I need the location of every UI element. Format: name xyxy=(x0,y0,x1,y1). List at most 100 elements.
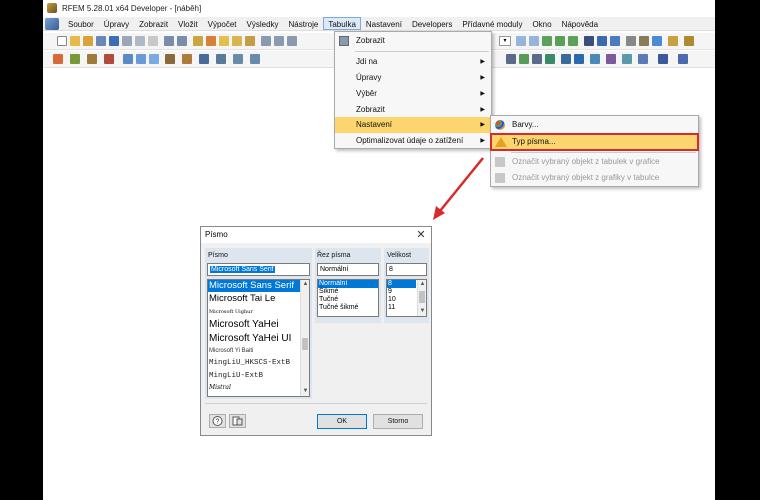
snap-icon[interactable] xyxy=(182,54,192,64)
font-size-item[interactable]: 8 xyxy=(387,280,416,288)
tabulka-item-nastaveni[interactable]: Nastavení ▶ xyxy=(335,117,491,133)
animate-icon[interactable] xyxy=(597,36,607,46)
font-size-list[interactable]: 8 9 10 11 ▲ ▼ xyxy=(386,279,427,317)
print-preview-icon[interactable] xyxy=(135,36,145,46)
select-icon[interactable] xyxy=(53,54,63,64)
visibility-icon[interactable] xyxy=(149,54,159,64)
section-icon[interactable] xyxy=(639,36,649,46)
tabulka-item-zobrazit-view[interactable]: Zobrazit xyxy=(335,33,491,49)
view-cube-icon[interactable] xyxy=(678,54,688,64)
settings-icon[interactable] xyxy=(668,36,678,46)
font-style-list[interactable]: Normální Šikmé Tučné Tučné šikmé xyxy=(317,279,379,317)
tabulka-item-upravy[interactable]: Úpravy ▶ xyxy=(335,70,491,86)
table-view-icon[interactable] xyxy=(261,36,271,46)
camera-icon[interactable] xyxy=(233,54,243,64)
toolbar-dropdown[interactable]: ▾ xyxy=(499,36,511,46)
open-recent-icon[interactable] xyxy=(83,36,93,46)
menu-developers[interactable]: Developers xyxy=(407,17,457,30)
font-list-item[interactable]: MingLiU_HKSCS-ExtB xyxy=(208,357,309,370)
results-icon[interactable] xyxy=(584,36,594,46)
next-icon[interactable] xyxy=(529,36,539,46)
help-button[interactable]: ? xyxy=(209,414,226,428)
edit-icon[interactable] xyxy=(193,36,203,46)
dimension-icon[interactable] xyxy=(70,54,80,64)
submenu-item-barvy[interactable]: Barvy... xyxy=(491,117,698,133)
support-icon[interactable] xyxy=(519,54,529,64)
menu-okno[interactable]: Okno xyxy=(527,17,556,30)
font-list-item[interactable]: MingLiU-ExtB xyxy=(208,370,309,382)
menu-zobrazit[interactable]: Zobrazit xyxy=(134,17,173,30)
combination-icon[interactable] xyxy=(574,54,584,64)
scroll-up-icon[interactable]: ▲ xyxy=(418,280,426,289)
render-icon[interactable] xyxy=(652,36,662,46)
filter-icon[interactable] xyxy=(123,54,133,64)
line-icon[interactable] xyxy=(555,36,565,46)
submenu-item-oznacit-v-grafice[interactable]: Označit vybraný objekt z tabulek v grafi… xyxy=(491,154,698,170)
font-size-input[interactable]: 8 xyxy=(386,263,427,276)
print-icon[interactable] xyxy=(122,36,132,46)
font-list-item[interactable]: Microsoft Sans Serif xyxy=(208,280,309,292)
menu-tabulka[interactable]: Tabulka xyxy=(323,17,361,30)
model-icon[interactable] xyxy=(96,36,106,46)
font-list[interactable]: Microsoft Sans Serif Microsoft Tai Le Mi… xyxy=(207,279,310,397)
scale-icon[interactable] xyxy=(638,54,648,64)
open-folder-icon[interactable] xyxy=(70,36,80,46)
orientation-icon[interactable] xyxy=(658,54,668,64)
scroll-down-icon[interactable]: ▼ xyxy=(418,307,426,316)
pen-icon[interactable] xyxy=(206,36,216,46)
perspective-icon[interactable] xyxy=(250,54,260,64)
menu-vlozit[interactable]: Vložit xyxy=(173,17,203,30)
table-icon[interactable] xyxy=(626,36,636,46)
font-list-item[interactable]: Microsoft Uighur xyxy=(208,306,309,318)
new-file-icon[interactable] xyxy=(57,36,67,46)
close-icon[interactable]: ✕ xyxy=(415,229,427,241)
tabulka-item-vyber[interactable]: Výběr ▶ xyxy=(335,86,491,102)
font-list-item[interactable]: Microsoft Yi Baiti xyxy=(208,346,309,357)
menu-pridavne-moduly[interactable]: Přídavné moduly xyxy=(457,17,527,30)
node-icon[interactable] xyxy=(542,36,552,46)
group-icon[interactable] xyxy=(136,54,146,64)
loadcase-icon[interactable] xyxy=(561,54,571,64)
font-style-item[interactable]: Tučné xyxy=(318,296,378,304)
release-icon[interactable] xyxy=(532,54,542,64)
report-icon[interactable] xyxy=(148,36,158,46)
defaults-button[interactable] xyxy=(229,414,246,428)
columns-icon[interactable] xyxy=(287,36,297,46)
font-style-item[interactable]: Šikmé xyxy=(318,288,378,296)
font-list-item[interactable]: Microsoft YaHei UI xyxy=(208,332,309,346)
ok-button[interactable]: OK xyxy=(317,414,367,429)
menu-vysledky[interactable]: Výsledky xyxy=(242,17,284,30)
menu-nastroje[interactable]: Nástroje xyxy=(284,17,324,30)
save-icon[interactable] xyxy=(109,36,119,46)
forces-icon[interactable] xyxy=(606,54,616,64)
menu-napoveda[interactable]: Nápověda xyxy=(557,17,603,30)
cancel-button[interactable]: Storno xyxy=(373,414,423,429)
scroll-thumb[interactable] xyxy=(302,338,308,350)
font-list-item[interactable]: Microsoft Tai Le xyxy=(208,292,309,306)
font-style-item[interactable]: Tučné šikmé xyxy=(318,304,378,312)
diagram-icon[interactable] xyxy=(610,36,620,46)
display-icon[interactable] xyxy=(216,54,226,64)
menu-nastaveni[interactable]: Nastavení xyxy=(361,17,407,30)
deformation-icon[interactable] xyxy=(590,54,600,64)
tabulka-item-optimalizovat[interactable]: Optimalizovat údaje o zatížení ▶ xyxy=(335,133,491,149)
document-menu-icon[interactable] xyxy=(45,17,59,30)
undo-icon[interactable] xyxy=(164,36,174,46)
member-icon[interactable] xyxy=(568,36,578,46)
font-style-item[interactable]: Normální xyxy=(318,280,378,288)
tabulka-item-zobrazit[interactable]: Zobrazit ▶ xyxy=(335,102,491,118)
prev-icon[interactable] xyxy=(516,36,526,46)
zoom-icon[interactable] xyxy=(219,36,229,46)
font-name-input[interactable]: Microsoft Sans Serif xyxy=(207,263,310,276)
font-list-scrollbar[interactable]: ▲ ▼ xyxy=(300,280,309,396)
workplane-icon[interactable] xyxy=(165,54,175,64)
font-list-item[interactable]: Microsoft YaHei xyxy=(208,318,309,332)
measure-icon[interactable] xyxy=(87,54,97,64)
view-icon[interactable] xyxy=(232,36,242,46)
size-list-scrollbar[interactable]: ▲ ▼ xyxy=(417,280,426,316)
menu-vypocet[interactable]: Výpočet xyxy=(203,17,242,30)
stress-icon[interactable] xyxy=(622,54,632,64)
submenu-item-typ-pisma[interactable]: Typ písma... xyxy=(490,133,699,151)
coordinate-icon[interactable] xyxy=(104,54,114,64)
menu-upravy[interactable]: Úpravy xyxy=(99,17,134,30)
